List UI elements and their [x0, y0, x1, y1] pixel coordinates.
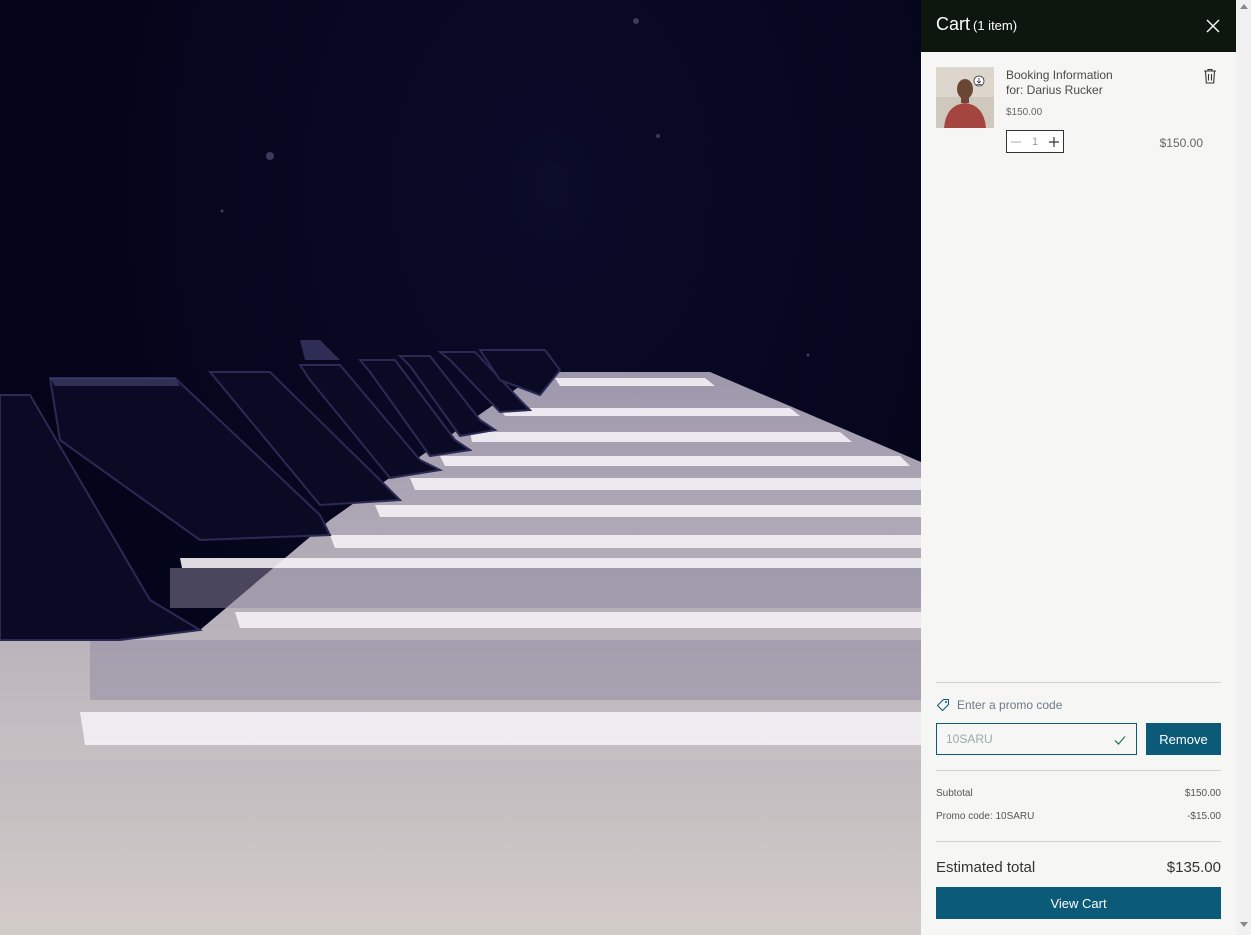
item-name-line2: for: Darius Rucker [1006, 83, 1103, 97]
close-icon [1206, 19, 1220, 33]
estimated-total-label: Estimated total [936, 859, 1036, 876]
product-image [936, 67, 994, 128]
cart-panel: Cart (1 item) Booking Information for: Da… [921, 0, 1236, 935]
scrollbar[interactable] [1236, 0, 1251, 935]
estimated-total-row: Estimated total $135.00 [936, 859, 1221, 876]
remove-promo-button[interactable]: Remove [1146, 723, 1221, 755]
quantity-value[interactable]: 1 [1032, 136, 1038, 148]
close-cart-button[interactable] [1204, 17, 1222, 35]
subtotal-label: Subtotal [936, 788, 973, 799]
promo-code-input[interactable]: 10SARU [936, 723, 1137, 755]
increase-quantity-button[interactable] [1045, 131, 1063, 152]
decrease-quantity-button[interactable] [1007, 131, 1025, 152]
subtotal-row: Subtotal $150.00 [936, 788, 1221, 799]
promo-discount-row: Promo code: 10SARU -$15.00 [936, 811, 1221, 822]
item-name[interactable]: Booking Information for: Darius Rucker [1006, 68, 1156, 98]
divider [936, 841, 1221, 842]
subtotal-value: $150.00 [1184, 788, 1221, 799]
piano-keys-illustration [0, 18, 921, 935]
cart-item-count: (1 item) [973, 18, 1018, 33]
view-cart-button[interactable]: View Cart [936, 887, 1221, 919]
product-thumbnail[interactable] [936, 67, 994, 128]
scroll-up-arrow-icon[interactable] [1240, 4, 1248, 9]
promo-link-label: Enter a promo code [957, 698, 1063, 712]
check-icon [1114, 736, 1126, 745]
promo-code-link[interactable]: Enter a promo code [936, 698, 1062, 712]
quantity-stepper: 1 [1006, 130, 1064, 153]
promo-discount-value: -$15.00 [1187, 811, 1221, 822]
remove-item-button[interactable] [1203, 68, 1217, 84]
cart-header: Cart (1 item) [921, 0, 1236, 52]
minus-icon [1011, 140, 1021, 143]
promo-discount-label: Promo code: 10SARU [936, 811, 1035, 822]
cart-title: Cart (1 item) [936, 14, 1017, 35]
divider [936, 770, 1221, 771]
trash-icon [1204, 68, 1216, 84]
promo-input-value: 10SARU [946, 732, 993, 746]
item-total-price: $150.00 [1159, 136, 1203, 150]
cart-item: Booking Information for: Darius Rucker $… [936, 67, 1221, 162]
tag-icon [936, 699, 949, 712]
cart-title-text: Cart [936, 14, 971, 34]
background-piano-image [0, 0, 921, 935]
scroll-down-arrow-icon[interactable] [1240, 922, 1248, 927]
plus-icon [1049, 136, 1059, 147]
estimated-total-value: $135.00 [1166, 859, 1221, 876]
item-unit-price: $150.00 [1006, 107, 1043, 118]
item-name-line1: Booking Information [1006, 68, 1113, 82]
divider [936, 682, 1221, 683]
